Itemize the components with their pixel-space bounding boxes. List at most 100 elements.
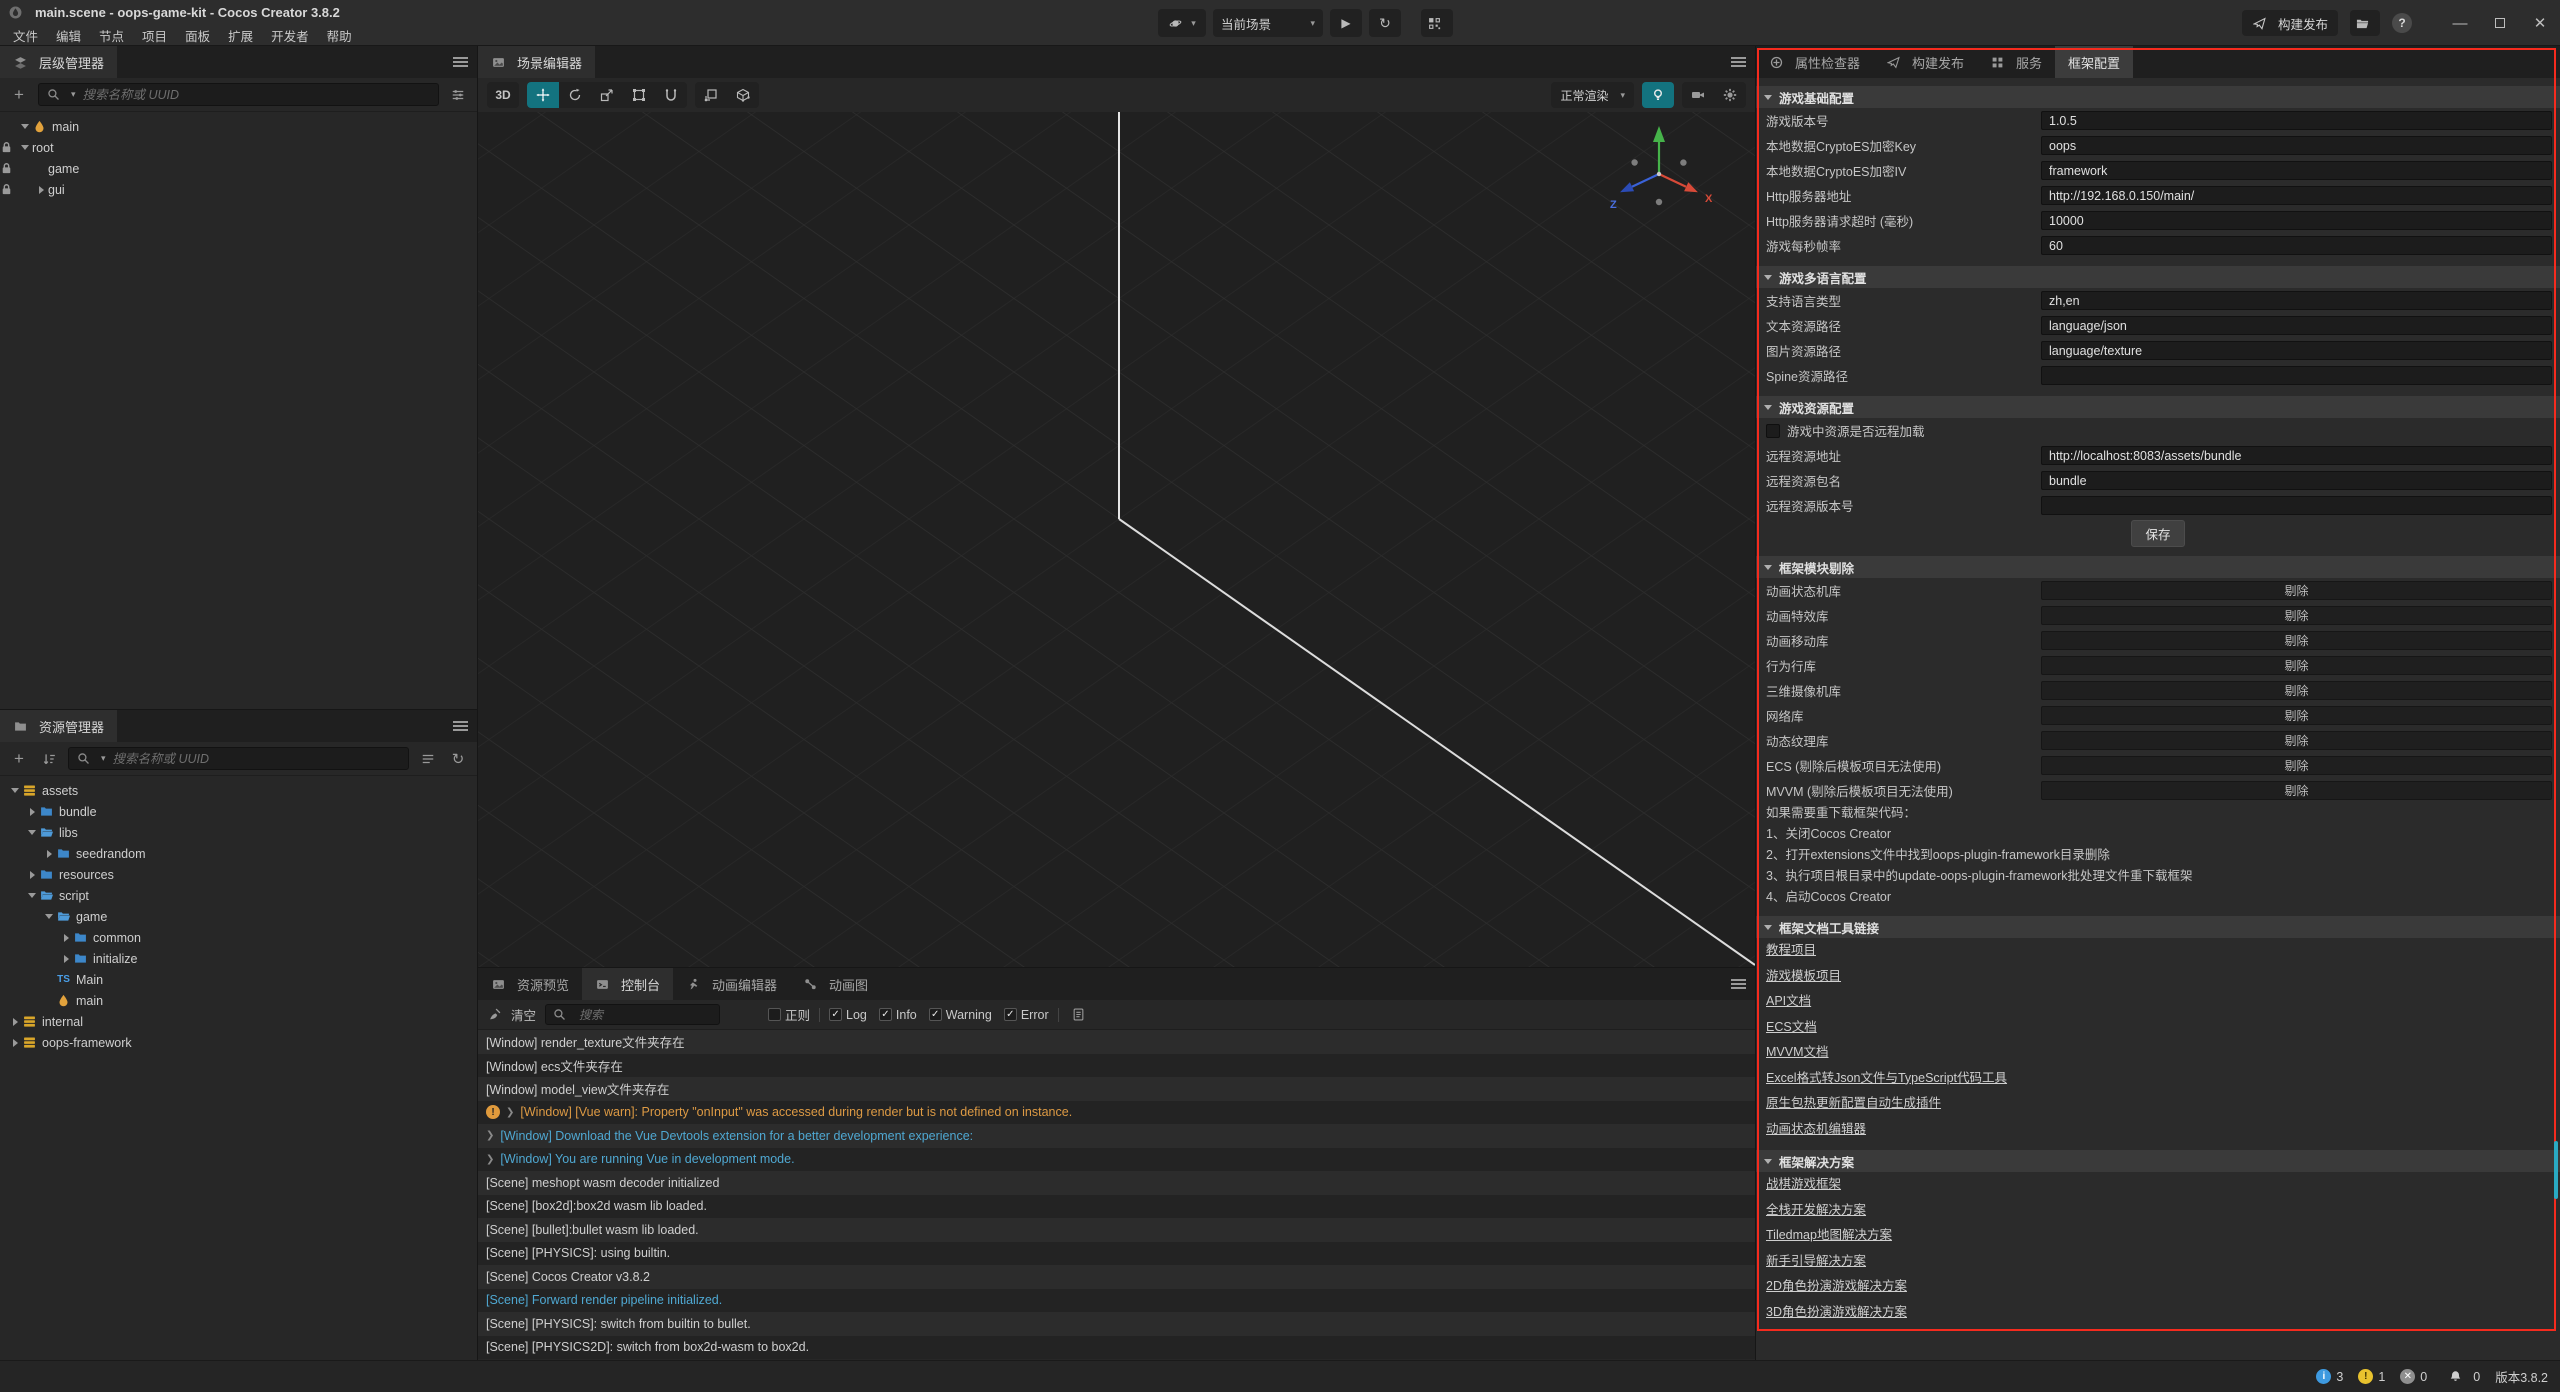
ui-transform-tool-button[interactable]: [655, 82, 687, 108]
panel-menu-icon[interactable]: [453, 57, 468, 67]
section-header[interactable]: 游戏资源配置: [1756, 396, 2560, 418]
field-input[interactable]: [2041, 341, 2552, 360]
log-row[interactable]: ❯[Window] You are running Vue in develop…: [478, 1148, 1755, 1172]
hierarchy-node-main[interactable]: main: [0, 116, 477, 137]
field-input[interactable]: [2041, 136, 2552, 155]
doc-link[interactable]: 全栈开发解决方案: [1766, 1198, 1866, 1224]
menu-edit[interactable]: 编辑: [47, 25, 90, 46]
doc-link[interactable]: 3D角色扮演游戏解决方案: [1766, 1300, 1907, 1326]
mode-3d-button[interactable]: 3D: [487, 82, 519, 108]
doc-link[interactable]: 游戏模板项目: [1766, 964, 1841, 990]
build-publish-button[interactable]: 构建发布: [2242, 10, 2338, 36]
info-counter[interactable]: i 3: [2316, 1369, 2343, 1384]
tab-assets[interactable]: 资源管理器: [0, 710, 117, 742]
warning-counter[interactable]: ! 1: [2358, 1369, 2385, 1384]
asset-node-game[interactable]: game: [0, 906, 477, 927]
remove-module-button[interactable]: 剔除: [2041, 781, 2552, 800]
filter-info-checkbox[interactable]: ✓Info: [879, 1008, 917, 1022]
log-row[interactable]: [Scene] meshopt wasm decoder initialized: [478, 1171, 1755, 1195]
log-row[interactable]: [Scene] [bullet]:bullet wasm lib loaded.: [478, 1218, 1755, 1242]
refresh-icon[interactable]: ↻: [447, 748, 469, 770]
expand-toggle[interactable]: [42, 850, 56, 858]
expand-toggle[interactable]: [8, 1018, 22, 1026]
doc-link[interactable]: API文档: [1766, 989, 1811, 1015]
regex-checkbox[interactable]: 正则: [768, 1005, 810, 1024]
expand-toggle[interactable]: [25, 871, 39, 879]
clear-console-button[interactable]: 清空: [487, 1005, 536, 1024]
hierarchy-node-game[interactable]: game: [0, 158, 477, 179]
field-input[interactable]: [2041, 291, 2552, 310]
doc-link[interactable]: MVVM文档: [1766, 1040, 1829, 1066]
remote-load-checkbox[interactable]: 游戏中资源是否远程加载: [1756, 418, 2560, 443]
notification-counter[interactable]: 0: [2448, 1370, 2480, 1384]
add-asset-button[interactable]: +: [8, 748, 30, 770]
remove-module-button[interactable]: 剔除: [2041, 756, 2552, 775]
sort-assets-icon[interactable]: [38, 748, 60, 770]
log-row[interactable]: [Scene] Forward render pipeline initiali…: [478, 1289, 1755, 1313]
log-row[interactable]: [Scene] [PHYSICS2D]: switch from box2d-w…: [478, 1336, 1755, 1360]
tab-console-1[interactable]: 控制台: [582, 968, 673, 1000]
panel-menu-icon[interactable]: [453, 721, 468, 731]
asset-node-common[interactable]: common: [0, 927, 477, 948]
expand-caret-icon[interactable]: ❯: [486, 1130, 494, 1141]
reload-button[interactable]: ↻: [1369, 9, 1401, 37]
menu-extension[interactable]: 扩展: [219, 25, 262, 46]
expand-toggle[interactable]: [34, 186, 48, 194]
asset-node-oops-framework[interactable]: oops-framework: [0, 1032, 477, 1053]
doc-link[interactable]: 教程项目: [1766, 938, 1816, 964]
section-header[interactable]: 游戏多语言配置: [1756, 266, 2560, 288]
menu-file[interactable]: 文件: [4, 25, 47, 46]
remove-module-button[interactable]: 剔除: [2041, 581, 2552, 600]
asset-node-bundle[interactable]: bundle: [0, 801, 477, 822]
section-header[interactable]: 游戏基础配置: [1756, 86, 2560, 108]
menu-node[interactable]: 节点: [90, 25, 133, 46]
tab-console-2[interactable]: 动画编辑器: [673, 968, 790, 1000]
expand-toggle[interactable]: [25, 808, 39, 816]
log-row[interactable]: !❯[Window] [Vue warn]: Property "onInput…: [478, 1101, 1755, 1125]
log-row[interactable]: [Scene] Cocos Creator v3.8.2: [478, 1265, 1755, 1289]
hierarchy-search[interactable]: ▾: [38, 83, 439, 106]
field-input[interactable]: [2041, 211, 2552, 230]
open-project-folder-button[interactable]: [2350, 10, 2380, 36]
field-input[interactable]: [2041, 186, 2552, 205]
collapse-all-icon[interactable]: [417, 748, 439, 770]
scene-select-dropdown[interactable]: 当前场景 ▾: [1213, 9, 1323, 37]
section-header[interactable]: 框架模块剔除: [1756, 556, 2560, 578]
tab-inspector-3[interactable]: 框架配置: [2055, 46, 2133, 78]
menu-panel[interactable]: 面板: [176, 25, 219, 46]
tab-console-0[interactable]: 资源预览: [478, 968, 582, 1000]
doc-link[interactable]: 原生包热更新配置自动生成插件: [1766, 1091, 1941, 1117]
filter-icon[interactable]: [447, 84, 469, 106]
tab-hierarchy[interactable]: 层级管理器: [0, 46, 117, 78]
save-button[interactable]: 保存: [2131, 520, 2184, 547]
doc-link[interactable]: 新手引导解决方案: [1766, 1249, 1866, 1275]
expand-caret-icon[interactable]: ❯: [486, 1154, 494, 1165]
hierarchy-node-root[interactable]: root: [0, 137, 477, 158]
filter-log-checkbox[interactable]: ✓Log: [829, 1008, 867, 1022]
asset-node-internal[interactable]: internal: [0, 1011, 477, 1032]
field-input[interactable]: [2041, 316, 2552, 335]
asset-node-seedrandom[interactable]: seedrandom: [0, 843, 477, 864]
log-row[interactable]: [Scene] [PHYSICS]: switch from builtin t…: [478, 1312, 1755, 1336]
panel-menu-icon[interactable]: [1731, 979, 1746, 989]
expand-toggle[interactable]: [42, 914, 56, 919]
doc-link[interactable]: 2D角色扮演游戏解决方案: [1766, 1274, 1907, 1300]
scrollbar-thumb[interactable]: [2554, 1141, 2558, 1199]
tab-inspector-2[interactable]: 服务: [1977, 46, 2055, 78]
remove-module-button[interactable]: 剔除: [2041, 731, 2552, 750]
assets-search-input[interactable]: [111, 751, 401, 767]
asset-node-Main[interactable]: TSMain: [0, 969, 477, 990]
field-input[interactable]: [2041, 161, 2552, 180]
tab-inspector-0[interactable]: 属性检查器: [1756, 46, 1873, 78]
log-row[interactable]: [Scene] [box2d]:box2d wasm lib loaded.: [478, 1195, 1755, 1219]
expand-toggle[interactable]: [8, 788, 22, 793]
doc-link[interactable]: Tiledmap地图解决方案: [1766, 1223, 1892, 1249]
asset-node-assets[interactable]: assets: [0, 780, 477, 801]
console-search-input[interactable]: [577, 1007, 713, 1023]
field-input[interactable]: [2041, 236, 2552, 255]
section-header[interactable]: 框架文档工具链接: [1756, 916, 2560, 938]
scale-tool-button[interactable]: [591, 82, 623, 108]
expand-toggle[interactable]: [18, 124, 32, 129]
menu-developer[interactable]: 开发者: [262, 25, 318, 46]
menu-project[interactable]: 项目: [133, 25, 176, 46]
